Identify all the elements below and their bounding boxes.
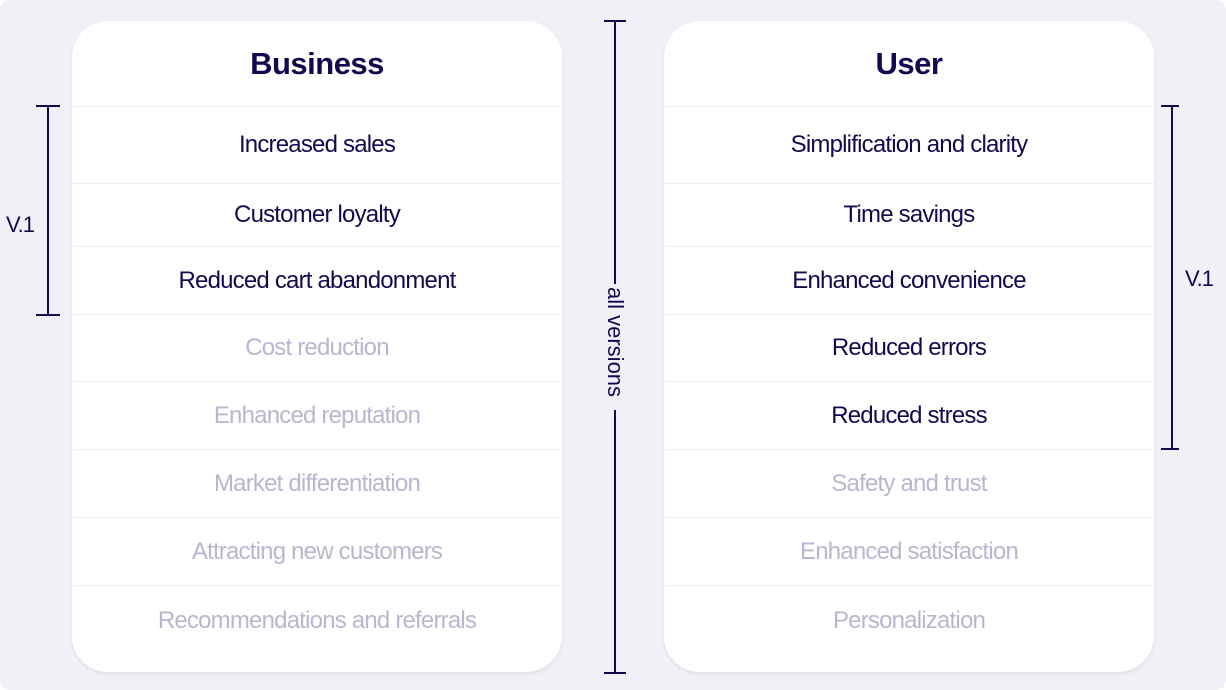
business-item: Enhanced reputation: [72, 381, 562, 449]
user-item: Enhanced convenience: [664, 246, 1154, 314]
user-title: User: [875, 45, 943, 81]
business-item: Recommendations and referrals: [72, 585, 562, 656]
business-item: Increased sales: [72, 106, 562, 183]
user-item: Time savings: [664, 183, 1154, 246]
business-v1-label: V.1: [6, 212, 35, 237]
user-item: Reduced stress: [664, 381, 1154, 449]
business-item: Attracting new customers: [72, 517, 562, 585]
user-card: User Simplification and clarity Time savi…: [664, 21, 1154, 672]
user-item: Enhanced satisfaction: [664, 517, 1154, 585]
user-item: Personalization: [664, 585, 1154, 656]
all-versions-label: all versions: [603, 287, 628, 398]
user-item: Safety and trust: [664, 449, 1154, 517]
user-item: Simplification and clarity: [664, 106, 1154, 183]
bracket-bottom-cap: [36, 314, 60, 316]
user-v1-label: V.1: [1185, 266, 1214, 291]
business-item: Cost reduction: [72, 314, 562, 381]
user-item: Reduced errors: [664, 314, 1154, 381]
business-card: Business Increased sales Customer loyalty…: [72, 21, 562, 672]
business-title: Business: [250, 45, 384, 81]
business-item: Reduced cart abandonment: [72, 246, 562, 314]
bracket-stem-upper: [614, 20, 616, 284]
business-item: Customer loyalty: [72, 183, 562, 246]
bracket-stem: [1171, 105, 1173, 450]
bracket-bottom-cap: [604, 672, 626, 674]
business-item: Market differentiation: [72, 449, 562, 517]
bracket-stem-lower: [614, 410, 616, 674]
bracket-stem: [47, 105, 49, 316]
user-v1-bracket: [1161, 105, 1179, 450]
diagram-canvas: V.1 Business Increased sales Customer loy…: [0, 0, 1226, 690]
bracket-top-cap: [1161, 105, 1179, 107]
bracket-bottom-cap: [1161, 448, 1179, 450]
business-v1-bracket: [36, 105, 60, 316]
